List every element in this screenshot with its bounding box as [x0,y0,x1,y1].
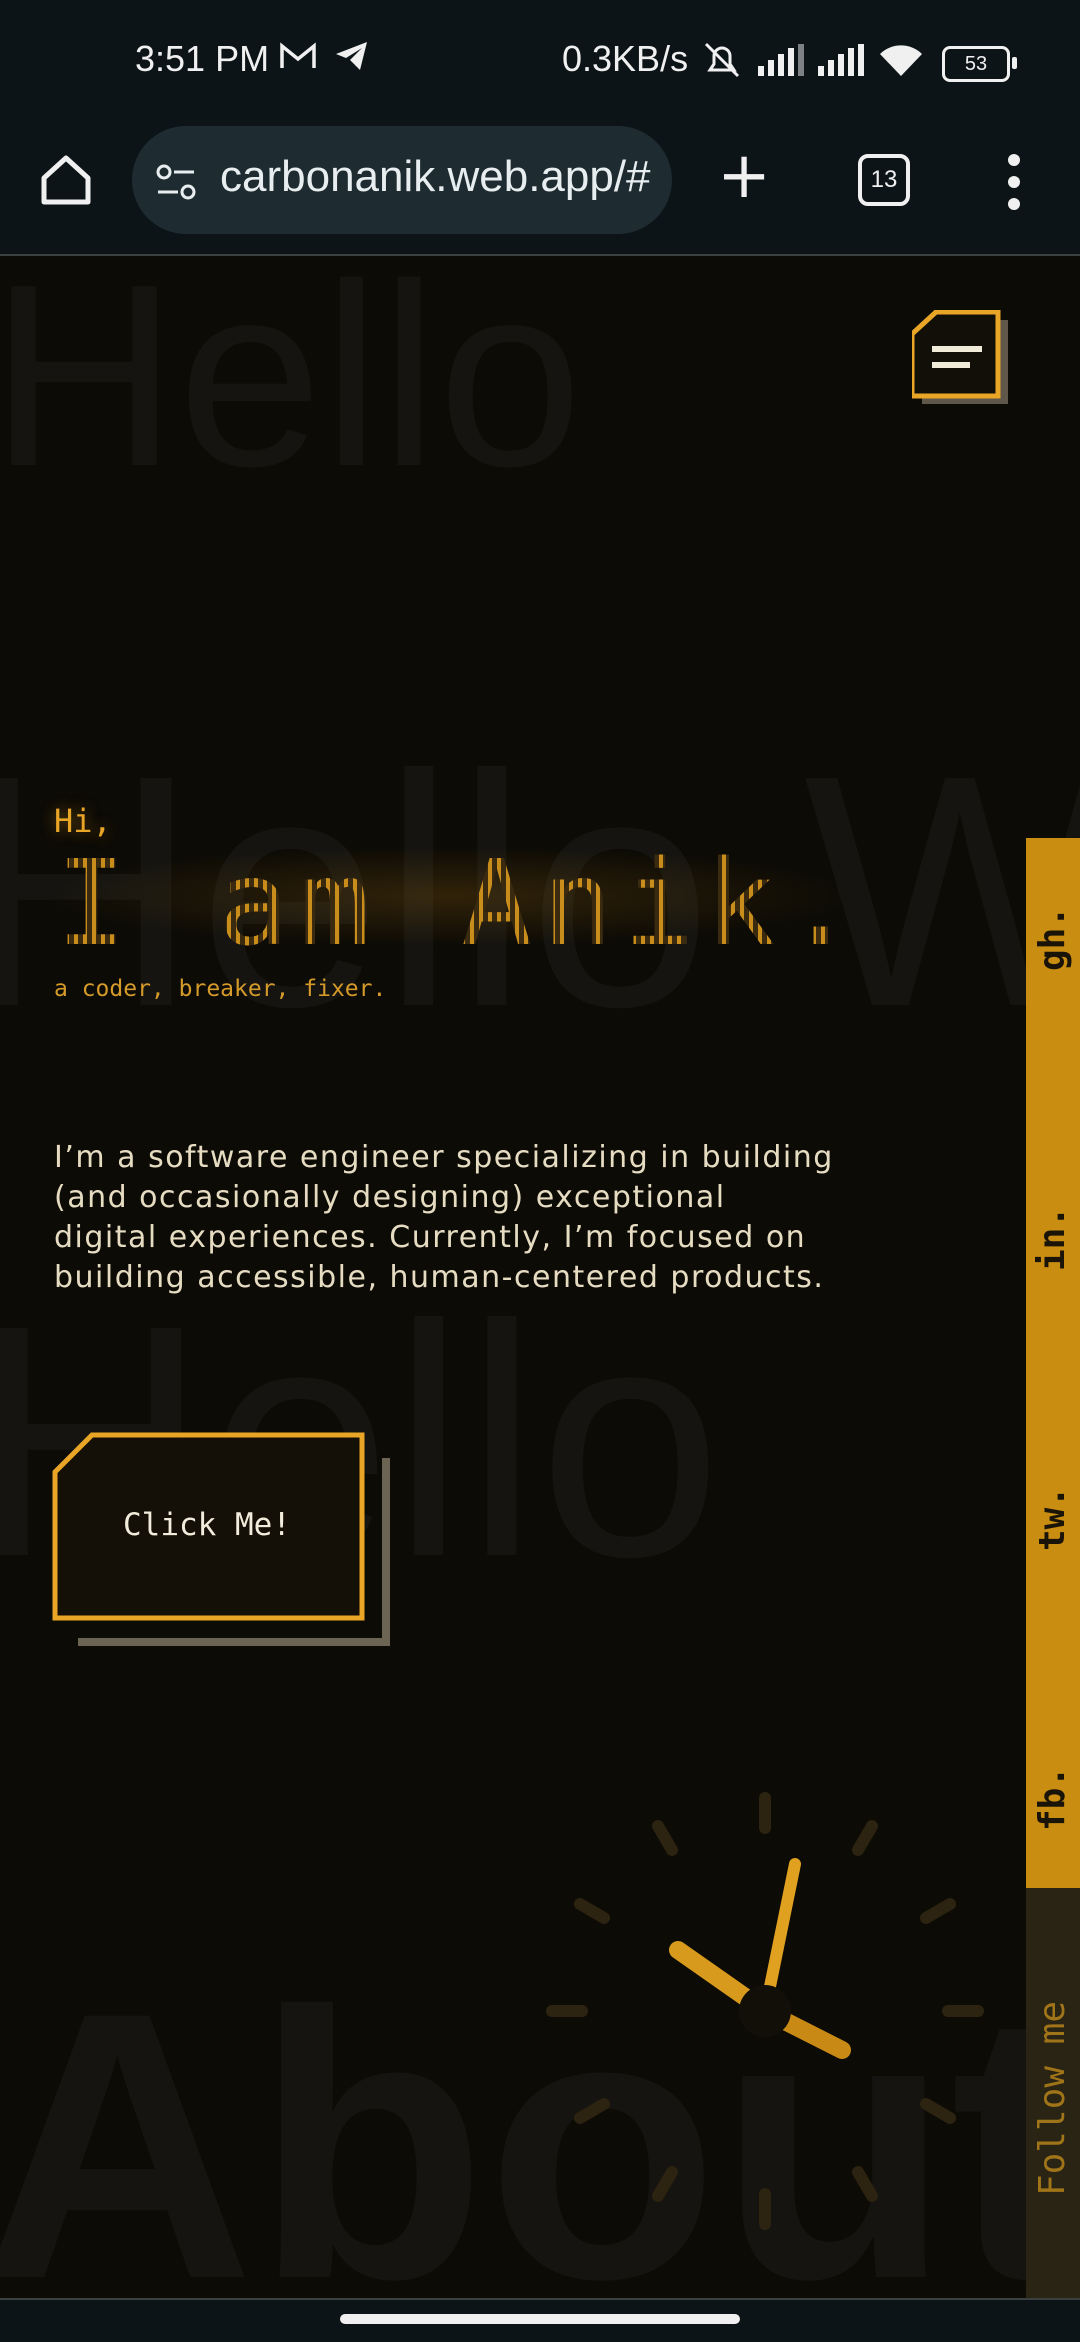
url-text[interactable]: carbonanik.web.app/# [220,152,652,202]
webpage: Hello Hello World Hello About Hi, I am A… [0,256,1080,2298]
mute-icon [704,42,740,78]
browser-toolbar: carbonanik.web.app/# + 13 [0,126,1080,256]
home-icon[interactable] [36,150,96,210]
menu-button[interactable] [912,310,1008,406]
status-time: 3:51 PM [135,38,270,79]
home-gesture-pill[interactable] [340,2314,740,2324]
telegram-icon [336,42,368,70]
signal-icon [818,44,864,76]
linkedin-link[interactable]: in. [1026,1198,1080,1278]
click-me-button[interactable]: Click Me! [52,1432,392,1646]
twitter-link[interactable]: tw. [1026,1478,1080,1558]
url-bar[interactable]: carbonanik.web.app/# [132,126,672,234]
follow-me-label: Follow me [1032,2000,1074,2196]
hamburger-icon [932,346,982,352]
site-settings-icon[interactable] [156,162,196,202]
signal-icon [758,44,804,76]
new-tab-icon[interactable]: + [716,144,772,208]
click-me-label[interactable]: Click Me! [52,1432,362,1618]
follow-me-panel: Follow me [1026,1888,1080,2298]
background-word: Hello [0,256,583,521]
social-sidebar: gh. in. tw. fb. [1026,838,1080,1888]
bio-paragraph: I’m a software engineer specializing in … [54,1140,834,1295]
github-link[interactable]: gh. [1026,898,1080,978]
battery-icon: 53 [942,46,1017,82]
tagline: a coder, breaker, fixer. [54,976,387,1002]
tab-switcher-button[interactable]: 13 [858,154,910,206]
navigation-bar [0,2298,1080,2342]
facebook-link[interactable]: fb. [1026,1758,1080,1838]
wifi-icon [880,45,922,76]
status-bar: 3:51 PM 0.3KB/s 53 [0,0,1080,126]
hero-name: I am Anik. [56,834,867,972]
gmail-icon [280,42,316,68]
clock-icon [546,1792,984,2230]
network-speed: 0.3KB/s [562,38,689,79]
notification-icons [280,40,370,80]
more-options-icon[interactable] [1004,154,1024,210]
